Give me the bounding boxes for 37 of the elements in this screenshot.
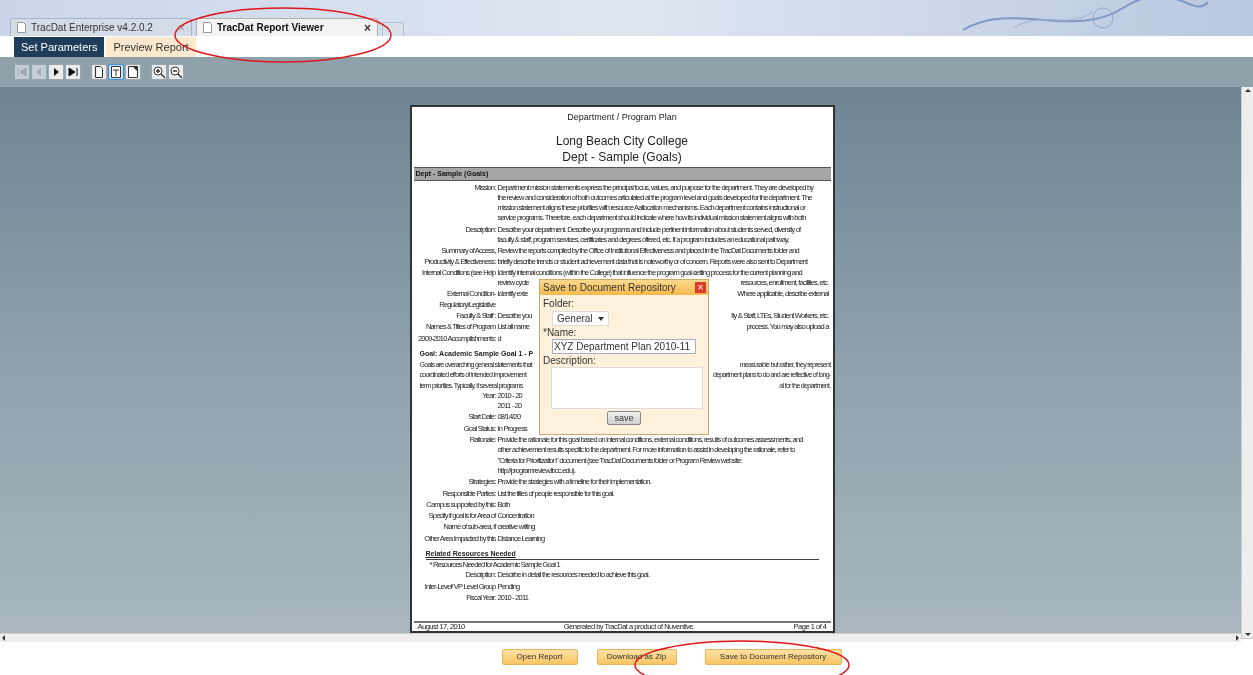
name-field[interactable]: XYZ Department Plan 2010-11 [552,339,696,354]
description-field[interactable] [551,367,703,409]
last-page-icon [66,65,80,79]
save-button[interactable]: save [607,411,641,425]
page-width-icon-button[interactable] [108,64,124,80]
action-button[interactable]: Open Report [501,649,578,665]
dialog-title: Save to Document Repository [543,281,676,295]
report-title: Department / Program Plan [567,111,677,124]
new-tab-button[interactable] [382,22,404,36]
page-icon [203,22,212,33]
first-page-icon [15,65,29,79]
folder-dropdown[interactable]: General [552,311,609,326]
field-label: *Name: [543,327,578,339]
page-icon [17,22,26,33]
zoom-in-icon-button[interactable] [151,64,167,80]
zoom-in-icon [152,65,166,79]
close-button[interactable]: × [364,21,371,34]
field-label: Description: [543,355,597,367]
report-title: Dept - Sample (Goals) [562,148,682,165]
page-fit-icon [126,65,140,79]
zoom-out-icon [169,65,183,79]
action-button[interactable]: Save to Document Repository [704,649,842,665]
field-label: Folder: [543,297,576,310]
app-tab[interactable]: Preview Report [106,37,196,57]
page-icon [92,65,106,79]
browser-tab[interactable]: TracDat Report Viewer × [196,18,378,36]
close-button[interactable]: × [695,282,706,293]
last-page-icon-button[interactable] [65,64,81,80]
app-tab[interactable]: Set Parameters [14,37,105,57]
page-icon-button[interactable] [91,64,107,80]
page-width-icon [109,65,123,79]
zoom-out-icon-button[interactable] [168,64,184,80]
report-title: Long Beach City College [555,132,689,149]
action-button[interactable]: Download as Zip [596,649,677,665]
caret-icon [598,316,604,321]
next-icon-button[interactable] [48,64,64,80]
page-fit-icon-button[interactable] [125,64,141,80]
